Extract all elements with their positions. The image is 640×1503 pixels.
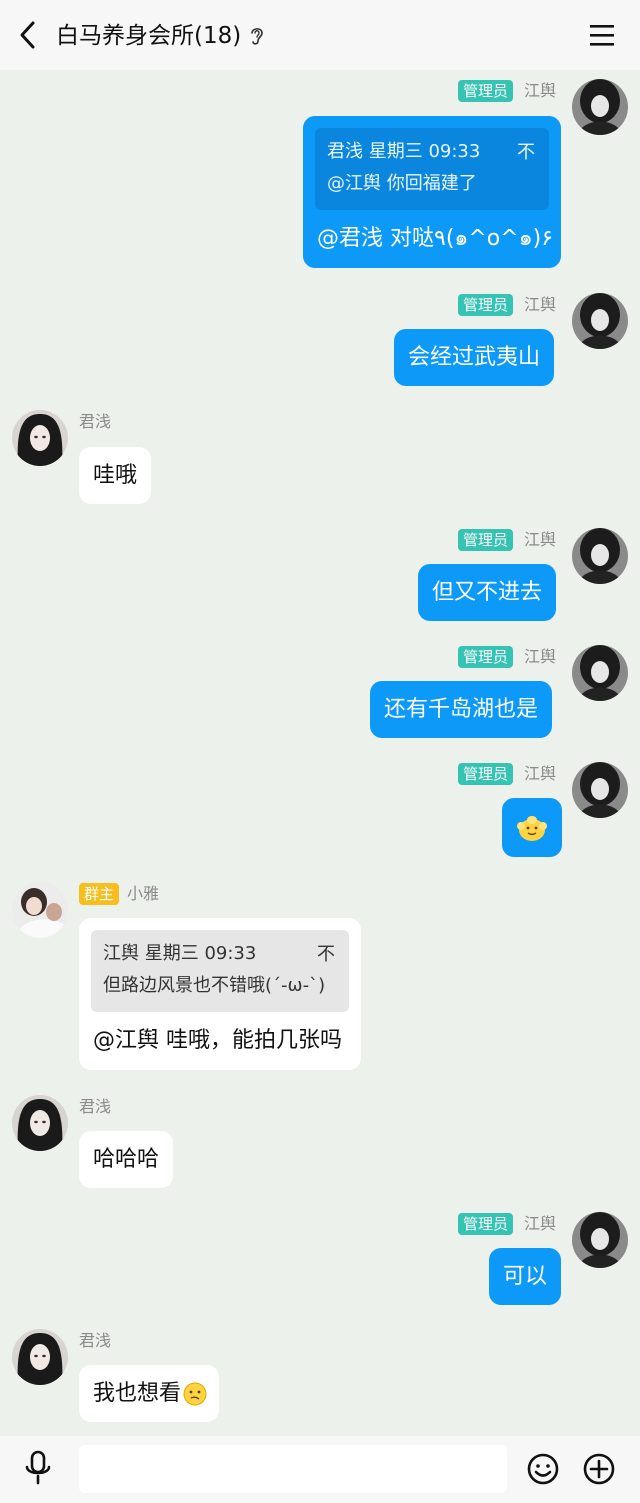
message-bubble[interactable]: 哈哈哈	[79, 1131, 174, 1188]
message-bubble[interactable]: 哇哦	[79, 447, 152, 504]
sender-name[interactable]: 江舆	[524, 763, 556, 785]
avatar-me[interactable]	[572, 293, 628, 349]
message-text: 我也想看	[93, 1380, 182, 1406]
avatar-junqian[interactable]	[12, 410, 68, 466]
plus-icon	[583, 1453, 615, 1485]
emoji-button[interactable]	[526, 1452, 560, 1486]
emoji-icon	[527, 1453, 559, 1485]
more-button[interactable]	[582, 1452, 616, 1486]
avatar-junqian[interactable]	[12, 1095, 68, 1151]
ear-icon	[249, 25, 265, 47]
back-button[interactable]	[12, 17, 44, 53]
admin-tag: 管理员	[458, 294, 514, 316]
avatar-me[interactable]	[572, 528, 628, 584]
sender-name[interactable]: 江舆	[524, 646, 556, 668]
quote-text: 但路边风景也不错哦(´-ω-`)	[103, 975, 326, 996]
voice-button[interactable]	[22, 1450, 54, 1486]
sender-name[interactable]: 江舆	[524, 80, 556, 102]
admin-tag: 管理员	[458, 763, 514, 785]
message-list[interactable]: 管理员 江舆 君浅 星期三 09:33 @江舆 你回福建了 不 @君浅 对哒٩(…	[0, 70, 640, 1436]
admin-tag: 管理员	[458, 646, 514, 668]
admin-tag: 管理员	[458, 1213, 514, 1235]
avatar-xiaoya[interactable]	[12, 882, 68, 938]
avatar-me[interactable]	[572, 645, 628, 701]
message-bubble[interactable]: 可以	[489, 1248, 562, 1305]
sender-name[interactable]: 江舆	[524, 529, 556, 551]
sender-name[interactable]: 江舆	[524, 294, 556, 316]
quote-text: @江舆 你回福建了	[327, 173, 477, 194]
message-text: 还有千岛湖也是	[384, 696, 539, 722]
sender-name[interactable]: 小雅	[127, 883, 159, 905]
group-title[interactable]: 白马养身会所(18)	[56, 20, 265, 52]
message-text: 可以	[503, 1263, 548, 1289]
sender-name[interactable]: 君浅	[79, 411, 111, 433]
sender-name[interactable]: 君浅	[79, 1096, 111, 1118]
back-arrow-icon	[20, 21, 35, 49]
group-name: 白马养身会所(18)	[56, 23, 242, 49]
quoted-message[interactable]: 江舆 星期三 09:33 但路边风景也不错哦(´-ω-`) 不	[91, 930, 349, 1012]
message-bubble[interactable]: 会经过武夷山	[394, 329, 555, 386]
quote-mark: 不	[317, 944, 335, 965]
sender-name[interactable]: 江舆	[524, 1213, 556, 1235]
owner-tag: 群主	[79, 883, 120, 905]
admin-tag: 管理员	[458, 529, 514, 551]
avatar-junqian[interactable]	[12, 1329, 68, 1385]
microphone-icon	[25, 1450, 51, 1485]
message-text: 会经过武夷山	[408, 344, 541, 370]
thumbs-up-emoji	[517, 815, 547, 841]
message-bubble[interactable]: 江舆 星期三 09:33 但路边风景也不错哦(´-ω-`) 不 @江舆 哇哦，能…	[79, 918, 361, 1070]
confused-face-emoji	[183, 1382, 207, 1405]
message-bubble[interactable]: 君浅 星期三 09:33 @江舆 你回福建了 不 @君浅 对哒٩(๑^o^๑)۶	[303, 116, 561, 268]
chat-header: 白马养身会所(18)	[0, 0, 640, 70]
input-bar	[0, 1436, 640, 1503]
menu-icon	[590, 25, 614, 46]
message-bubble[interactable]	[502, 798, 562, 857]
message-text: @君浅 对哒٩(๑^o^๑)۶	[317, 226, 554, 251]
avatar-me[interactable]	[572, 79, 628, 135]
message-input[interactable]	[79, 1445, 507, 1493]
message-text: @江舆 哇哦，能拍几张吗	[93, 1028, 342, 1053]
quote-header: 江舆 星期三 09:33	[103, 943, 257, 964]
sender-name[interactable]: 君浅	[79, 1330, 111, 1352]
message-bubble[interactable]: 但又不进去	[418, 564, 557, 621]
message-text: 哈哈哈	[93, 1146, 160, 1172]
quote-mark: 不	[517, 142, 535, 163]
quote-header: 君浅 星期三 09:33	[327, 141, 481, 162]
message-bubble[interactable]: 我也想看	[79, 1365, 220, 1422]
message-text: 哇哦	[93, 462, 138, 488]
message-bubble[interactable]: 还有千岛湖也是	[370, 681, 553, 738]
admin-tag: 管理员	[458, 80, 514, 102]
quoted-message[interactable]: 君浅 星期三 09:33 @江舆 你回福建了 不	[315, 128, 549, 210]
message-text: 但又不进去	[432, 579, 543, 605]
avatar-me[interactable]	[572, 762, 628, 818]
avatar-me[interactable]	[572, 1212, 628, 1268]
menu-button[interactable]	[588, 22, 616, 48]
